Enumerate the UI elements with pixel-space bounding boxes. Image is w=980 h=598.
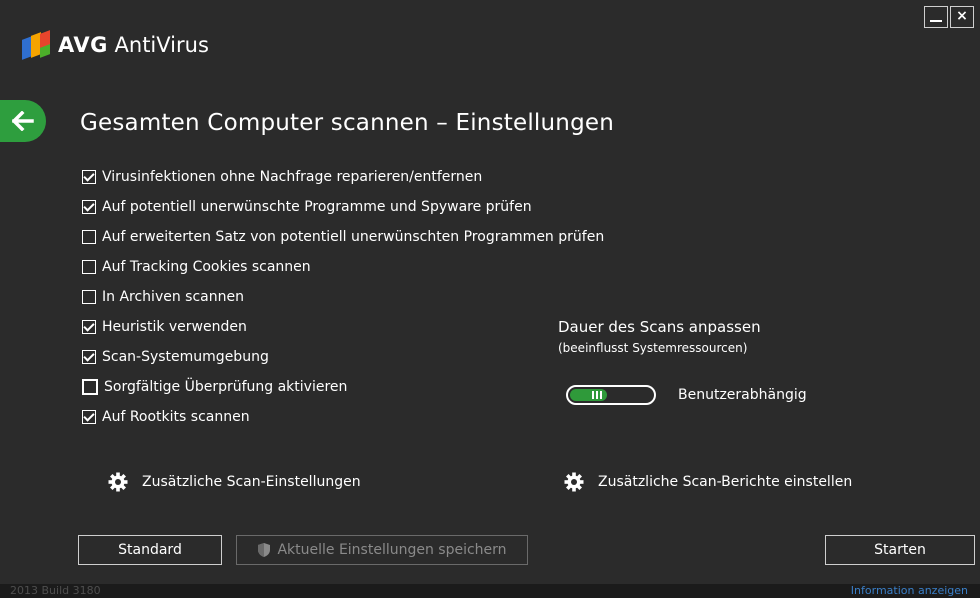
option-checkbox[interactable] [82, 260, 96, 274]
option-thorough-scan[interactable]: Sorgfältige Überprüfung aktivieren [82, 372, 604, 402]
window-controls: × [924, 6, 974, 28]
scan-duration-panel: Dauer des Scans anpassen (beeinflusst Sy… [558, 318, 761, 355]
option-checkbox[interactable] [82, 320, 96, 334]
option-label: Auf erweiterten Satz von potentiell uner… [102, 229, 605, 245]
option-checkbox[interactable] [82, 230, 96, 244]
extra-scan-reports-link[interactable]: Zusätzliche Scan-Berichte einstellen [564, 472, 852, 492]
close-button[interactable]: × [950, 6, 974, 28]
shield-icon [258, 543, 271, 557]
minimize-button[interactable] [924, 6, 948, 28]
extra-settings-label: Zusätzliche Scan-Einstellungen [142, 474, 361, 490]
status-bar: 2013 Build 3180 Information anzeigen [0, 584, 980, 598]
duration-slider[interactable] [566, 385, 656, 405]
option-heuristics[interactable]: Heuristik verwenden [82, 312, 604, 342]
duration-title: Dauer des Scans anpassen [558, 318, 761, 336]
option-rootkits[interactable]: Auf Rootkits scannen [82, 402, 604, 432]
gear-icon [564, 472, 584, 492]
option-label: Scan-Systemumgebung [102, 349, 269, 365]
info-link[interactable]: Information anzeigen [851, 584, 968, 598]
logo-brand: AVG [58, 33, 108, 57]
save-settings-label: Aktuelle Einstellungen speichern [277, 542, 507, 558]
standard-button[interactable]: Standard [78, 535, 222, 565]
logo-product: AntiVirus [114, 33, 209, 57]
option-archives[interactable]: In Archiven scannen [82, 282, 604, 312]
start-button[interactable]: Starten [825, 535, 975, 565]
version-text: 2013 Build 3180 [10, 584, 101, 597]
gear-icon [108, 472, 128, 492]
option-tracking-cookies[interactable]: Auf Tracking Cookies scannen [82, 252, 604, 282]
close-icon: × [956, 8, 968, 24]
back-arrow-icon [12, 111, 34, 131]
option-checkbox[interactable] [82, 350, 96, 364]
minimize-icon [930, 20, 942, 22]
option-pup-spyware[interactable]: Auf potentiell unerwünschte Programme un… [82, 192, 604, 222]
option-extended-pup[interactable]: Auf erweiterten Satz von potentiell uner… [82, 222, 604, 252]
option-checkbox[interactable] [82, 379, 98, 395]
app-logo: AVG AntiVirus [22, 30, 209, 60]
option-label: Auf potentiell unerwünschte Programme un… [102, 199, 532, 215]
option-label: Auf Tracking Cookies scannen [102, 259, 311, 275]
option-label: Virusinfektionen ohne Nachfrage reparier… [102, 169, 483, 185]
option-label: Sorgfältige Überprüfung aktivieren [104, 379, 348, 395]
extra-reports-label: Zusätzliche Scan-Berichte einstellen [598, 474, 853, 490]
option-checkbox[interactable] [82, 200, 96, 214]
avg-logo-icon [22, 30, 52, 60]
duration-subtitle: (beeinflusst Systemressourcen) [558, 341, 748, 355]
extra-scan-settings-link[interactable]: Zusätzliche Scan-Einstellungen [108, 472, 361, 492]
back-button[interactable] [0, 100, 46, 142]
app-window: × AVG AntiVirus Gesamten Computer scanne… [0, 0, 980, 598]
option-label: Auf Rootkits scannen [102, 409, 250, 425]
option-system-environment[interactable]: Scan-Systemumgebung [82, 342, 604, 372]
save-settings-button[interactable]: Aktuelle Einstellungen speichern [236, 535, 528, 565]
page-title: Gesamten Computer scannen – Einstellunge… [80, 110, 614, 136]
option-repair-infections[interactable]: Virusinfektionen ohne Nachfrage reparier… [82, 162, 604, 192]
option-checkbox[interactable] [82, 290, 96, 304]
option-checkbox[interactable] [82, 170, 96, 184]
option-label: In Archiven scannen [102, 289, 244, 305]
duration-slider-row: Benutzerabhängig [566, 385, 807, 405]
option-label: Heuristik verwenden [102, 319, 247, 335]
duration-value-label: Benutzerabhängig [678, 387, 807, 403]
slider-grip-icon[interactable] [592, 391, 604, 399]
option-checkbox[interactable] [82, 410, 96, 424]
scan-options-list: Virusinfektionen ohne Nachfrage reparier… [82, 162, 604, 432]
